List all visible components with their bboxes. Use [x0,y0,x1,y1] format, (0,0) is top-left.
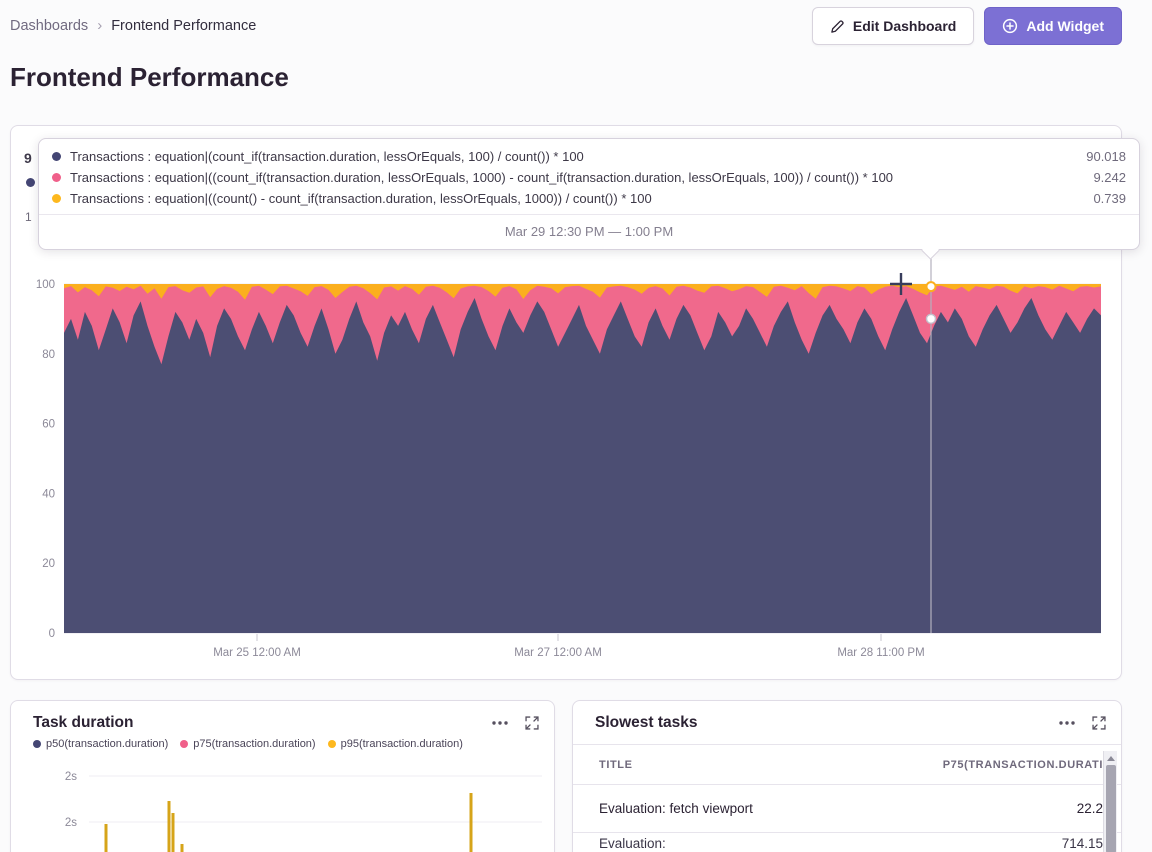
tooltip-series-row: Transactions : equation|((count() - coun… [39,188,1139,209]
legend-item-p95[interactable]: p95(transaction.duration) [328,738,463,750]
add-widget-button[interactable]: Add Widget [984,7,1122,45]
svg-text:40: 40 [42,488,55,500]
add-widget-label: Add Widget [1026,18,1104,34]
tooltip-series-value: 9.242 [1093,170,1126,185]
task-duration-widget: Task duration p50(transaction.duration) … [10,700,555,852]
svg-text:Mar 25 12:00 AM: Mar 25 12:00 AM [213,647,301,659]
edit-dashboard-label: Edit Dashboard [853,18,956,34]
tooltip-timerange: Mar 29 12:30 PM — 1:00 PM [39,214,1139,249]
table-header-row: TITLE P75(TRANSACTION.DURATI [573,745,1121,785]
tooltip-series-label: Transactions : equation|((count() - coun… [70,191,652,206]
svg-text:2s: 2s [65,817,77,829]
svg-text:20: 20 [42,558,55,570]
dashboard-page: Dashboards › Frontend Performance Edit D… [0,0,1152,852]
plus-circle-icon [1002,18,1018,34]
expand-icon[interactable] [1092,716,1106,730]
breadcrumb: Dashboards › Frontend Performance [10,17,256,34]
chevron-separator-icon: › [97,17,102,34]
legend-item-p75[interactable]: p75(transaction.duration) [180,738,315,750]
series-dot-navy [52,152,61,161]
task-duration-chart[interactable]: 2s 2s [11,759,554,852]
ellipsis-icon[interactable] [1059,721,1075,725]
svg-text:2s: 2s [65,771,77,783]
tooltip-series-label: Transactions : equation|(count_if(transa… [70,149,584,164]
table-scrollbar[interactable] [1103,751,1117,852]
tooltip-series-label: Transactions : equation|((count_if(trans… [70,170,893,185]
table-row[interactable]: Evaluation: 714.15 [573,833,1121,852]
svg-text:Mar 27 12:00 AM: Mar 27 12:00 AM [514,647,602,659]
svg-text:Mar 28 11:00 PM: Mar 28 11:00 PM [837,647,924,659]
tooltip-series-row: Transactions : equation|(count_if(transa… [39,146,1139,167]
occluded-widget-title-fragment: 9 [24,150,32,166]
ellipsis-icon[interactable] [492,721,508,725]
slowest-tasks-widget: Slowest tasks TITLE P75(TRANSACTION.DURA… [572,700,1122,852]
series-dot-pink [52,173,61,182]
tooltip-series-row: Transactions : equation|((count_if(trans… [39,167,1139,188]
widget-title: Slowest tasks [595,714,698,732]
series-dot-yellow [52,194,61,203]
column-header-title: TITLE [599,759,633,771]
expand-icon[interactable] [525,716,539,730]
tooltip-series-value: 0.739 [1093,191,1126,206]
task-duration-legend: p50(transaction.duration) p75(transactio… [11,732,554,750]
widget-title: Task duration [33,714,133,732]
pencil-icon [830,19,845,34]
breadcrumb-current: Frontend Performance [111,18,256,34]
chart-tooltip: Transactions : equation|(count_if(transa… [38,138,1140,250]
svg-text:80: 80 [42,349,55,361]
tooltip-series-value: 90.018 [1086,149,1126,164]
legend-item-p50[interactable]: p50(transaction.duration) [33,738,168,750]
topbar-buttons: Edit Dashboard Add Widget [812,7,1122,45]
edit-dashboard-button[interactable]: Edit Dashboard [812,7,974,45]
column-header-p75: P75(TRANSACTION.DURATI [943,759,1103,771]
scrollbar-thumb[interactable] [1106,765,1116,852]
legend-dot-navy [33,740,41,748]
table-row[interactable]: Evaluation: fetch viewport 22.2 [573,785,1121,833]
svg-text:60: 60 [42,419,55,431]
tooltip-rows: Transactions : equation|(count_if(transa… [39,139,1139,214]
occluded-legend-fragment: 1 [25,210,32,224]
scroll-up-arrow-icon[interactable] [1107,756,1115,761]
legend-dot-pink [180,740,188,748]
slowest-tasks-table: TITLE P75(TRANSACTION.DURATI Evaluation:… [573,745,1121,852]
svg-text:100: 100 [36,279,55,291]
breadcrumb-dashboards-link[interactable]: Dashboards [10,18,88,34]
svg-text:0: 0 [49,628,55,640]
legend-dot-yellow [328,740,336,748]
page-title: Frontend Performance [10,62,289,93]
occluded-legend-dot [26,178,35,187]
